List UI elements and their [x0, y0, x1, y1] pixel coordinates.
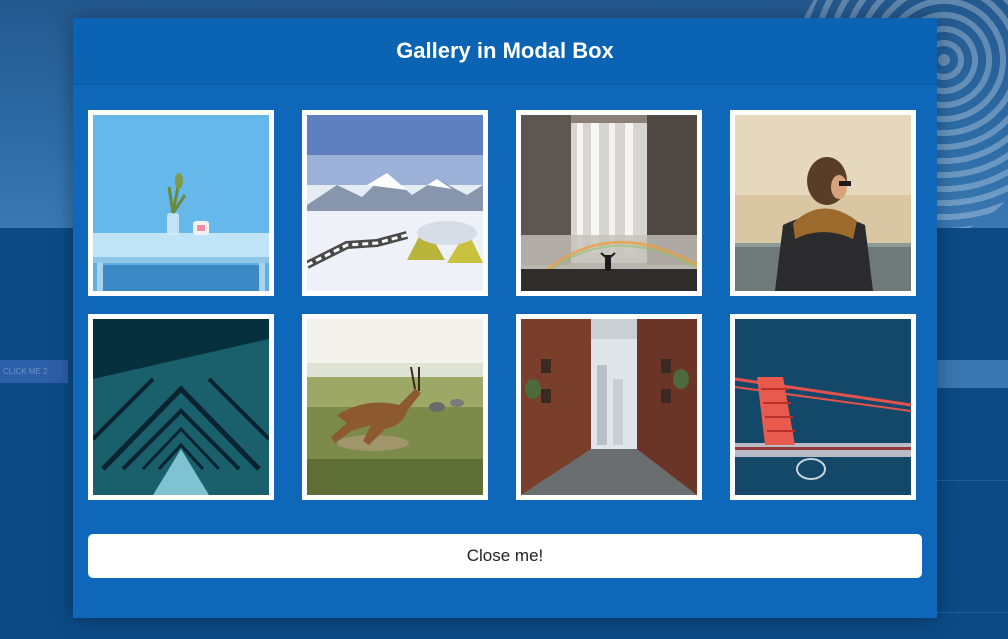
background-divider — [936, 480, 1008, 482]
gallery-thumbnail[interactable] — [730, 314, 916, 500]
person-scarf-sea-photo — [735, 115, 911, 291]
table-vase-photo — [93, 115, 269, 291]
click-me-2-button[interactable]: CLICK ME 2 — [0, 360, 68, 383]
modal-title: Gallery in Modal Box — [396, 38, 614, 63]
gallery-thumbnail[interactable] — [302, 110, 488, 296]
modal-header: Gallery in Modal Box — [73, 18, 937, 85]
background-right-bar — [936, 360, 1008, 388]
spiral-staircase-photo — [93, 319, 269, 495]
gallery-thumbnail[interactable] — [88, 110, 274, 296]
gallery-thumbnail[interactable] — [516, 110, 702, 296]
gallery-thumbnail[interactable] — [730, 110, 916, 296]
antelope-savanna-photo — [307, 319, 483, 495]
waterfall-rainbow-person-photo — [521, 115, 697, 291]
snowy-mountains-tents-photo — [307, 115, 483, 291]
golden-gate-bridge-aerial-photo — [735, 319, 911, 495]
gallery-thumbnail[interactable] — [88, 314, 274, 500]
background-divider — [936, 612, 1008, 614]
gallery-thumbnail[interactable] — [302, 314, 488, 500]
gallery-thumbnail[interactable] — [516, 314, 702, 500]
gallery-modal: Gallery in Modal Box Close me! — [73, 18, 937, 618]
city-alley-photo — [521, 319, 697, 495]
close-modal-button[interactable]: Close me! — [88, 534, 922, 578]
